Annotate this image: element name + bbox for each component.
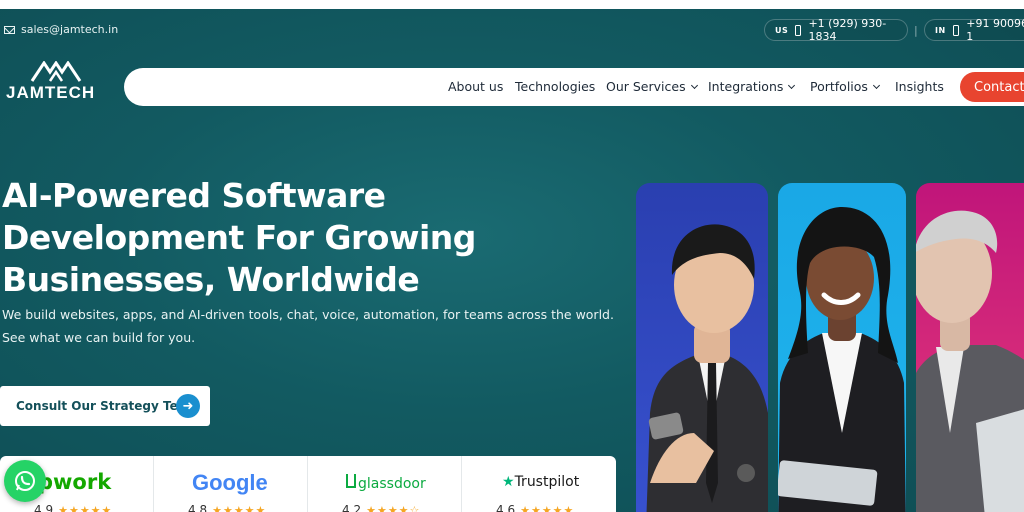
hero-subtitle: We build websites, apps, and AI-driven t… — [2, 303, 642, 349]
hero-section: sales@jamtech.in US +1 (929) 930-1834 | … — [0, 9, 1024, 512]
google-logo: Google — [192, 470, 268, 496]
top-white-strip — [0, 0, 1024, 9]
phone-number: +1 (929) 930-1834 — [808, 17, 887, 43]
trustpilot-logo-text: Trustpilot — [514, 474, 580, 490]
arrow-right-icon: ➜ — [176, 394, 200, 418]
rating-score-row: 4.2 ★★★★☆ — [342, 503, 420, 512]
phone-in[interactable]: IN +91 90096 1 — [924, 17, 1024, 43]
nav-integrations[interactable]: Integrations — [708, 79, 796, 94]
headline-line: Businesses, Worldwide — [2, 260, 420, 299]
cta-label: Consult Our Strategy Team — [16, 399, 199, 413]
chevron-down-icon — [788, 81, 796, 89]
nav-label: Technologies — [515, 79, 596, 94]
photo-card-man — [636, 183, 768, 512]
phone-separator: | — [914, 24, 918, 37]
glassdoor-logo-text: glassdoor — [358, 476, 426, 492]
phone-icon — [795, 24, 802, 36]
rating-glassdoor[interactable]: glassdoor 4.2 ★★★★☆ — [308, 456, 462, 512]
rating-score: 4.6 — [496, 503, 516, 512]
country-code: IN — [935, 25, 946, 35]
phone-icon — [952, 24, 960, 36]
phone-number: +91 90096 1 — [966, 17, 1024, 43]
hero-headline: AI-Powered Software Development For Grow… — [2, 175, 622, 301]
rating-score-row: 4.8 ★★★★★ — [188, 503, 266, 512]
logo-text: JAMTECH — [6, 83, 96, 102]
consult-strategy-button[interactable]: Consult Our Strategy Team ➜ — [0, 386, 210, 426]
rating-google[interactable]: Google 4.8 ★★★★★ — [154, 456, 308, 512]
star-icon: ★★★★★ — [520, 503, 575, 512]
logo-mark-icon — [30, 61, 82, 82]
upwork-logo: pwork — [38, 470, 111, 494]
rating-score: 4.8 — [188, 503, 208, 512]
rating-score: 4.9 — [34, 503, 54, 512]
chevron-down-icon — [872, 81, 880, 89]
star-icon: ★★★★★ — [212, 503, 267, 512]
star-icon: ★★★★★ — [58, 503, 113, 512]
chevron-down-icon — [690, 81, 698, 89]
man-with-phone-image — [646, 224, 768, 512]
country-code: US — [775, 25, 789, 35]
headline-line: Development For Growing — [2, 218, 476, 257]
nav-portfolios[interactable]: Portfolios — [810, 79, 880, 94]
headline-line: AI-Powered Software — [2, 176, 386, 215]
subtitle-line: See what we can build for you. — [2, 330, 196, 345]
subtitle-line: We build websites, apps, and AI-driven t… — [2, 307, 614, 322]
contact-button[interactable]: Contact — [960, 72, 1024, 102]
woman-with-tablet-image — [778, 207, 906, 512]
ratings-bar: pwork 4.9 ★★★★★ Google 4.8 ★★★★★ glassdo… — [0, 456, 616, 512]
rating-score-row: 4.9 ★★★★★ — [34, 503, 112, 512]
nav-label: Portfolios — [810, 79, 868, 94]
nav-our-services[interactable]: Our Services — [606, 79, 698, 94]
photo-card-older-man — [916, 183, 1024, 512]
jamtech-logo[interactable]: JAMTECH — [6, 59, 110, 107]
rating-trustpilot[interactable]: ★Trustpilot 4.6 ★★★★★ — [462, 456, 616, 512]
email-text: sales@jamtech.in — [21, 23, 119, 36]
phone-us[interactable]: US +1 (929) 930-1834 — [764, 17, 908, 43]
older-man-with-laptop-image — [916, 210, 1024, 512]
star-icon: ★★★★☆ — [366, 503, 421, 512]
glassdoor-mark-icon — [346, 474, 356, 488]
rating-score: 4.2 — [342, 503, 362, 512]
nav-label: About us — [448, 79, 504, 94]
nav-insights[interactable]: Insights — [895, 79, 944, 94]
whatsapp-button[interactable] — [4, 460, 46, 502]
nav-label: Integrations — [708, 79, 784, 94]
contact-email[interactable]: sales@jamtech.in — [4, 23, 118, 36]
whatsapp-icon — [15, 471, 35, 491]
main-nav: About us Technologies Our Services Integ… — [124, 68, 1024, 106]
nav-technologies[interactable]: Technologies — [515, 79, 595, 94]
google-logo-text: Google — [192, 470, 268, 495]
nav-about-us[interactable]: About us — [448, 79, 503, 94]
upwork-logo-p: pwork — [38, 470, 112, 494]
photo-card-woman — [778, 183, 906, 512]
glassdoor-logo: glassdoor — [346, 474, 426, 492]
trustpilot-star-icon: ★ — [502, 474, 515, 490]
trustpilot-logo: ★Trustpilot — [502, 474, 579, 490]
rating-score-row: 4.6 ★★★★★ — [496, 503, 574, 512]
nav-label: Our Services — [606, 79, 686, 94]
nav-label: Insights — [895, 79, 944, 94]
mail-icon — [4, 25, 15, 34]
